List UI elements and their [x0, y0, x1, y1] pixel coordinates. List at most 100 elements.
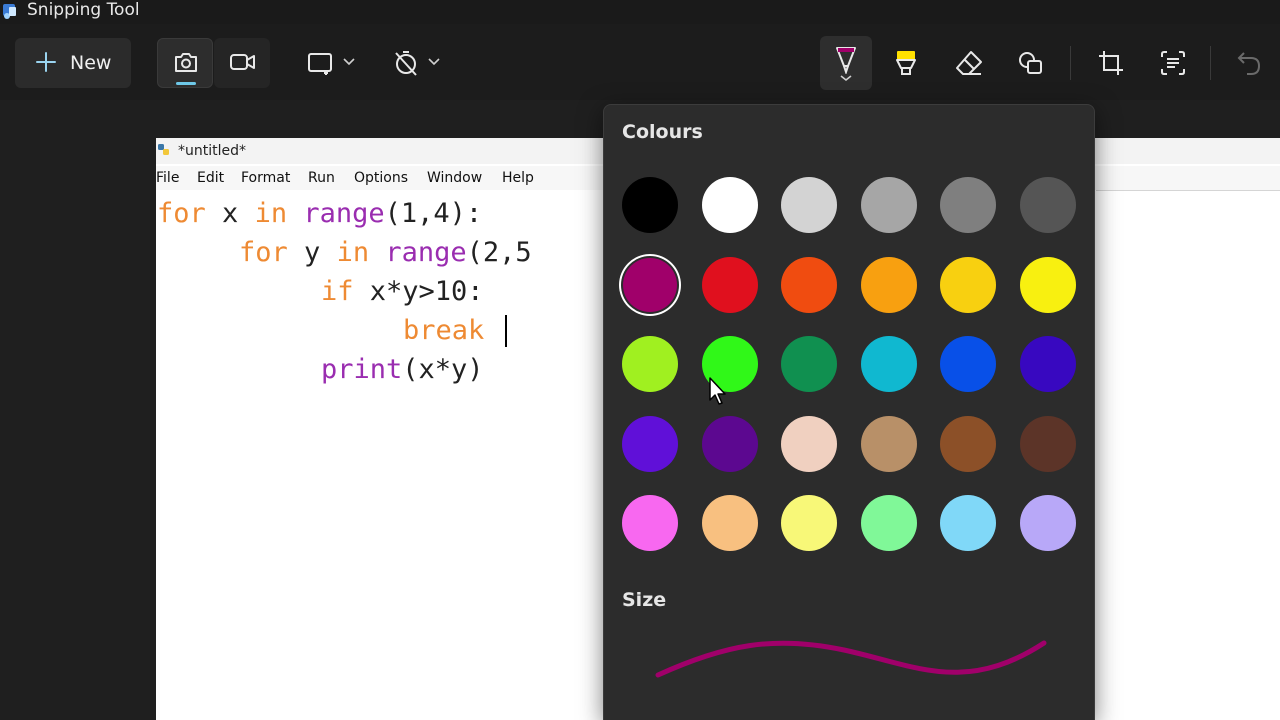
undo-button[interactable] [1224, 38, 1272, 88]
new-button-label: New [70, 52, 112, 74]
shapes-button[interactable] [1006, 38, 1054, 88]
window-title: Snipping Tool [27, 0, 140, 20]
chevron-down-icon [428, 58, 440, 66]
code-line-4: break [403, 315, 484, 347]
chevron-down-icon [840, 75, 852, 82]
snip-shape-dropdown[interactable] [300, 42, 364, 84]
colour-swatch[interactable] [701, 256, 758, 313]
crop-icon [1099, 51, 1123, 75]
colour-swatch[interactable] [940, 177, 997, 233]
snipping-tool-app-icon [3, 4, 16, 19]
colour-swatch[interactable] [622, 415, 678, 472]
plus-icon [36, 52, 56, 72]
colour-swatch[interactable] [860, 177, 917, 233]
mouse-pointer-icon [709, 377, 726, 405]
ballpoint-pen-icon [836, 47, 856, 74]
colour-swatch[interactable] [781, 256, 838, 313]
code-token: in [254, 198, 288, 229]
code-token: if [321, 276, 354, 307]
code-token: break [403, 315, 485, 346]
python-icon [158, 144, 169, 155]
colour-swatch[interactable] [860, 256, 917, 313]
colour-swatch[interactable] [1020, 256, 1076, 313]
eraser-button[interactable] [944, 38, 992, 88]
colour-swatch[interactable] [781, 415, 838, 472]
code-line-2: for y in range(2,5 [239, 237, 532, 269]
colour-swatch[interactable] [1020, 415, 1076, 472]
colour-swatch-grid [622, 177, 1082, 557]
toolbar: New [0, 24, 1280, 100]
menu-edit: Edit [197, 170, 225, 186]
colour-swatch[interactable] [940, 415, 997, 472]
title-bar: Snipping Tool [0, 0, 1280, 24]
code-token: for [239, 237, 288, 268]
code-token: range [303, 198, 385, 229]
colour-swatch[interactable] [1020, 495, 1076, 551]
toolbar-divider [1210, 46, 1211, 80]
text-actions-icon [1161, 51, 1185, 75]
colour-swatch-selected[interactable] [623, 257, 677, 312]
code-token: y [287, 237, 337, 268]
idle-menu-divider [1096, 190, 1280, 191]
colour-swatch[interactable] [1020, 336, 1076, 392]
highlighter-icon [896, 51, 916, 75]
camera-icon [175, 53, 197, 72]
size-heading: Size [622, 589, 667, 611]
colour-swatch[interactable] [622, 336, 678, 392]
code-token: (x*y) [402, 354, 484, 385]
undo-icon [1237, 52, 1261, 75]
code-token: (1,4): [384, 198, 483, 229]
timer-off-icon [395, 51, 417, 76]
colour-swatch[interactable] [622, 177, 678, 233]
snip-delay-dropdown[interactable] [384, 42, 450, 84]
shapes-icon [1019, 52, 1042, 74]
video-camera-icon [230, 54, 255, 70]
text-caret [505, 315, 507, 347]
rectangle-snip-icon [308, 53, 332, 75]
menu-file: File [156, 170, 180, 186]
toolbar-divider [1070, 46, 1071, 80]
colour-swatch[interactable] [701, 495, 758, 551]
idle-window-title: *untitled* [178, 143, 247, 159]
colour-swatch[interactable] [701, 177, 758, 233]
code-line-1: for x in range(1,4): [157, 198, 482, 230]
new-button[interactable]: New [15, 38, 131, 88]
colour-swatch[interactable] [940, 336, 997, 392]
colour-swatch[interactable] [701, 415, 758, 472]
code-token: (2,5 [466, 237, 532, 268]
video-mode-button[interactable] [214, 38, 270, 88]
code-line-3: if x*y>10: [321, 276, 484, 308]
colours-heading: Colours [622, 121, 703, 143]
colour-swatch[interactable] [940, 495, 997, 551]
code-token: in [336, 237, 370, 268]
code-token: x [205, 198, 255, 229]
colour-swatch[interactable] [781, 495, 838, 551]
code-token: x*y>10: [353, 276, 484, 307]
colour-swatch[interactable] [622, 495, 678, 551]
ballpoint-pen-button[interactable] [820, 36, 872, 90]
code-token: for [157, 198, 206, 229]
stroke-size-preview[interactable] [644, 625, 1064, 715]
eraser-icon [956, 51, 982, 75]
colour-swatch[interactable] [781, 336, 838, 392]
colour-swatch[interactable] [781, 177, 838, 233]
menu-window: Window [427, 170, 483, 186]
chevron-down-icon [343, 58, 355, 66]
menu-format: Format [241, 170, 291, 186]
colour-swatch[interactable] [860, 415, 917, 472]
colour-swatch[interactable] [940, 256, 997, 313]
colour-swatch[interactable] [1020, 177, 1076, 233]
text-actions-button[interactable] [1148, 38, 1196, 88]
menu-help: Help [502, 170, 534, 186]
highlighter-button[interactable] [882, 38, 930, 88]
code-token: range [385, 237, 467, 268]
code-token: print [321, 354, 403, 385]
crop-button[interactable] [1086, 38, 1134, 88]
menu-options: Options [354, 170, 409, 186]
colour-swatch[interactable] [860, 495, 917, 551]
colour-swatch[interactable] [860, 336, 917, 392]
screenshot-mode-button[interactable] [157, 38, 213, 88]
code-line-5: print(x*y) [321, 354, 484, 386]
